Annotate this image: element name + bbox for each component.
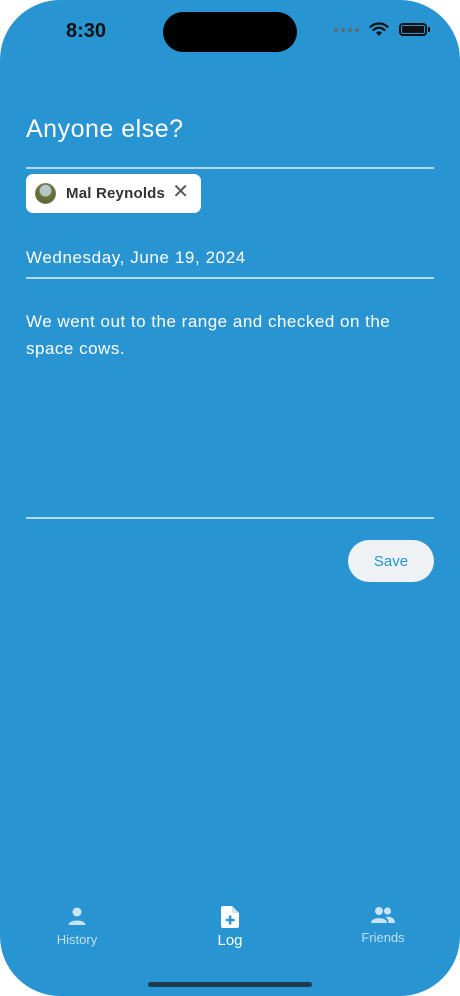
date-field[interactable]: Wednesday, June 19, 2024 <box>26 248 246 268</box>
friends-field-label: Anyone else? <box>26 115 184 143</box>
person-icon <box>68 907 86 925</box>
date-field-underline <box>26 277 434 279</box>
remove-friend-close-icon[interactable]: ✕ <box>172 182 189 202</box>
battery-icon <box>399 23 430 36</box>
app-screen: 8:30 Anyone else? Mal Reynolds ✕ Wednesd… <box>0 0 460 996</box>
status-icons <box>334 22 430 37</box>
add-document-icon <box>221 906 239 928</box>
people-icon <box>371 907 395 923</box>
home-indicator <box>148 982 312 987</box>
tab-history[interactable]: History <box>17 906 137 947</box>
friend-avatar <box>35 183 56 204</box>
note-textarea[interactable]: We went out to the range and checked on … <box>26 308 426 362</box>
note-field-underline <box>26 517 434 519</box>
status-time: 8:30 <box>66 20 107 42</box>
friend-chip-name: Mal Reynolds <box>66 185 166 202</box>
friend-chip[interactable]: Mal Reynolds ✕ <box>26 174 201 213</box>
tab-log-label: Log <box>217 932 243 949</box>
tab-log[interactable]: Log <box>170 906 290 949</box>
tab-friends-label: Friends <box>361 930 405 945</box>
cellular-signal-icon <box>334 27 359 32</box>
wifi-icon <box>369 22 389 36</box>
tab-friends[interactable]: Friends <box>323 906 443 945</box>
tab-history-label: History <box>56 932 98 947</box>
save-button[interactable]: Save <box>348 540 434 582</box>
dynamic-island <box>163 12 297 52</box>
friends-field-underline <box>26 167 434 169</box>
